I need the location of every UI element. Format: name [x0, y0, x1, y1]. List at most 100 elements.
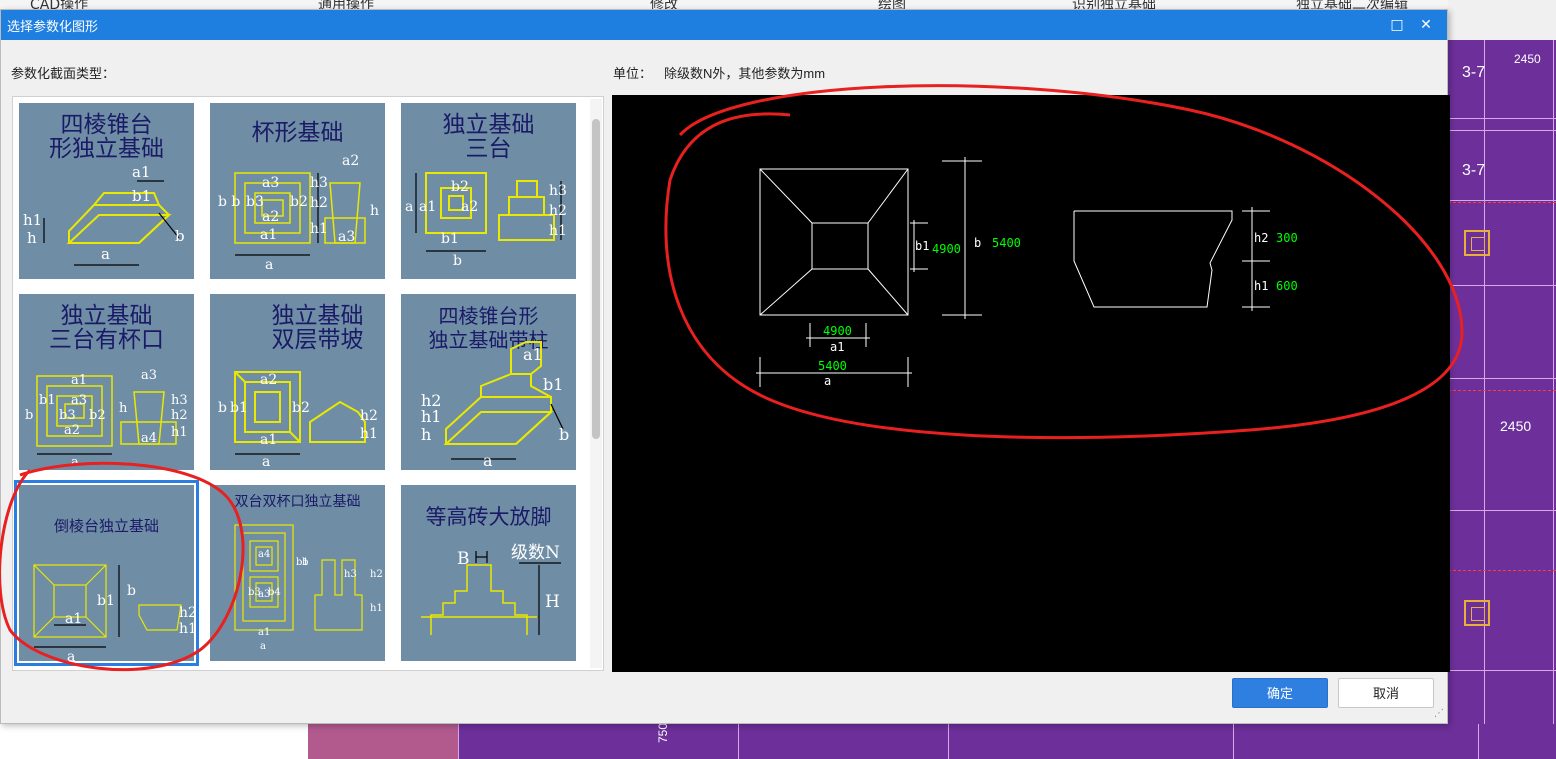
dim-label: a2	[64, 423, 80, 438]
cad-pink-region	[308, 724, 458, 759]
dim-label: a3	[262, 175, 279, 191]
dim-label: H	[545, 592, 560, 612]
plan-value-a: 5400	[818, 359, 847, 373]
dim-label: h1	[171, 425, 188, 440]
dim-label: a1	[260, 227, 277, 243]
shape-tile-three-tier[interactable]: 独立基础 三台 b2 a2 b1 a a1 b h3 h2 h1	[401, 103, 576, 279]
cad-drawing-area-bottom[interactable]: 750	[308, 724, 1556, 759]
shape-gallery[interactable]: 四棱锥台 形独立基础 a1 b1 h1 h b a 杯形基础 a2 a3 b b…	[12, 96, 604, 671]
tile-diagram: a4 a3 b3 b4 b1 b a1 a h3 h2 h1	[234, 524, 383, 652]
dim-label: h1	[310, 221, 328, 237]
parametric-shape-dialog: 选择参数化图形 □ ✕ 参数化截面类型： 单位： 除级数N外，其他参数为mm 四…	[0, 9, 1450, 724]
cad-column-marker[interactable]	[1464, 600, 1490, 626]
cad-axis-line	[1448, 202, 1556, 203]
dim-label: a3	[71, 393, 87, 408]
dim-label: b2	[451, 179, 469, 195]
dim-label: a2	[260, 372, 277, 388]
shape-tile-cup-foundation[interactable]: 杯形基础 a2 a3 b b b3 b2 a2 a1 a h3 h2 h1 h …	[210, 103, 385, 279]
dialog-title-bar[interactable]: 选择参数化图形 □ ✕	[1, 10, 1447, 40]
dim-label: b	[175, 227, 185, 245]
dim-label: b1	[543, 375, 563, 394]
ok-button[interactable]: 确定	[1232, 678, 1328, 708]
dim-label: b	[559, 425, 569, 444]
dim-label: h1	[179, 621, 194, 637]
dim-label: b3	[246, 194, 264, 210]
tile-diagram: a1 b1 h2 h1 h b a	[421, 341, 569, 470]
dim-label: b1	[97, 593, 115, 609]
dim-label: b	[25, 408, 33, 423]
dim-label: h	[119, 401, 128, 416]
dim-label: h3	[549, 183, 567, 199]
dim-label: a	[405, 199, 413, 215]
dim-label: b2	[292, 400, 310, 416]
dim-label: a3	[141, 368, 157, 383]
dim-label: b	[302, 557, 308, 568]
section-value-h2: 300	[1276, 231, 1298, 245]
shape-preview-canvas: b1 4900 b 5400 4900 a1 5400 a h2 300 h1 …	[612, 95, 1450, 672]
dim-label: h2	[370, 569, 383, 580]
shape-tile-double-cup[interactable]: 双台双杯口独立基础 a4 a3 b3 b4 b1 b a1 a h3 h2 h1	[210, 485, 385, 661]
dim-label: h2	[549, 203, 567, 219]
close-icon[interactable]: ✕	[1415, 14, 1437, 36]
section-type-label: 参数化截面类型：	[11, 66, 116, 81]
tile-diagram: a1 b1 h1 h b a	[23, 163, 185, 266]
tile-diagram: a2 b b1 b2 a1 a h2 h1	[218, 371, 378, 470]
tile-diagram: a2 a3 b b b3 b2 a2 a1 a h3 h2 h1 h a3	[218, 153, 379, 273]
axis-label: 3-7	[1462, 64, 1486, 81]
dim-label: b3	[248, 587, 261, 598]
dim-label: a	[262, 454, 270, 470]
dim-label: a1	[65, 611, 82, 627]
dim-label: a1	[258, 627, 270, 638]
cancel-button[interactable]: 取消	[1338, 678, 1434, 708]
tile-diagram: a1 a3 b1 a3 b3 b2 a2 b a a4 h3 h2 h1 h	[25, 368, 188, 470]
shape-tile-pyramid-frustum[interactable]: 四棱锥台 形独立基础 a1 b1 h1 h b a	[19, 103, 194, 279]
dim-label: h3	[171, 393, 188, 408]
dim-label: h2	[171, 408, 188, 423]
cad-gridline	[1478, 724, 1479, 759]
dim-label: h1	[549, 223, 567, 239]
shape-tile-inverted-frustum[interactable]: 倒棱台独立基础 b1 b a1 a h2 h1	[14, 480, 199, 666]
cad-gridline	[1448, 118, 1556, 119]
dim-label: h1	[421, 407, 441, 426]
gallery-scrollbar[interactable]	[590, 99, 602, 668]
resize-grip-icon[interactable]: ⋰	[1434, 708, 1444, 719]
cad-drawing-area[interactable]: 3-7 2450 3-7 2450	[1448, 40, 1556, 759]
dimension-label: 2450	[1500, 418, 1532, 434]
scrollbar-thumb[interactable]	[592, 119, 600, 439]
unit-label: 单位：	[613, 66, 653, 81]
plan-label-a1: a1	[830, 340, 844, 354]
cad-column-marker[interactable]	[1464, 230, 1490, 256]
section-value-h1: 600	[1276, 279, 1298, 293]
dim-label: b1	[441, 231, 459, 247]
dim-label: b	[453, 253, 462, 269]
dialog-title: 选择参数化图形	[7, 19, 99, 34]
dim-label: h1	[23, 211, 42, 229]
dim-label: h3	[344, 569, 357, 580]
dim-label: h3	[310, 175, 328, 191]
plan-value-b: 5400	[992, 236, 1021, 250]
dim-label: h	[421, 425, 431, 444]
shape-tile-double-slope[interactable]: 独立基础 双层带坡 a2 b b1 b2 a1 a h2 h1	[210, 294, 385, 470]
cad-gridline	[1448, 200, 1556, 201]
dim-label: a3	[338, 229, 355, 245]
plan-value-b1: 4900	[932, 242, 961, 256]
shape-tile-three-tier-cup[interactable]: 独立基础 三台有杯口 a1 a3 b1 a3 b3 b2 a2 b a a4 h…	[19, 294, 194, 470]
cad-gridline	[1448, 378, 1556, 379]
dim-label: h2	[360, 408, 378, 424]
dim-label: b1	[39, 393, 56, 408]
maximize-icon[interactable]: □	[1386, 14, 1408, 36]
cad-gridline	[1448, 130, 1556, 131]
dim-label: h	[370, 203, 379, 219]
background-tab-strip	[1448, 0, 1556, 40]
shape-tile-brick-footing[interactable]: 等高砖大放脚 B 级数N H	[401, 485, 576, 661]
shape-tile-pyramid-with-column[interactable]: 四棱锥台形 独立基础带柱 a1 b1 h2 h1 h b a	[401, 294, 576, 470]
cad-gridline	[1448, 285, 1556, 286]
plan-label-b: b	[974, 236, 981, 250]
unit-text: 除级数N外，其他参数为mm	[664, 66, 826, 81]
section-label-h2: h2	[1254, 231, 1268, 245]
dim-label: b4	[268, 587, 281, 598]
tile-diagram: B 级数N H	[421, 543, 561, 635]
dim-label: b3	[59, 408, 76, 423]
cad-gridline	[948, 724, 949, 759]
cad-axis-line	[1448, 570, 1556, 571]
